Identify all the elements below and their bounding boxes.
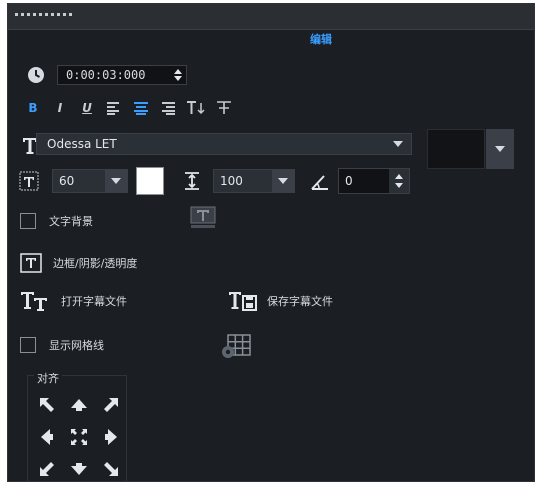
chevron-down-icon	[495, 146, 505, 152]
align-middle-right-icon[interactable]	[100, 425, 122, 448]
show-grid-checkbox[interactable]	[20, 337, 36, 353]
underline-button[interactable]: U	[78, 101, 96, 115]
text-direction-vertical-icon[interactable]	[215, 101, 233, 115]
font-family-select[interactable]: Odessa LET	[36, 133, 412, 155]
grid-settings-icon[interactable]	[220, 334, 252, 360]
shadow-color-dropdown[interactable]	[486, 129, 514, 169]
border-shadow-icon[interactable]	[20, 253, 42, 273]
drag-grip-icon[interactable]	[15, 13, 72, 16]
panel-titlebar[interactable]	[8, 4, 534, 30]
angle-icon	[311, 175, 328, 190]
border-shadow-transparency-label[interactable]: 边框/阴影/透明度	[53, 255, 137, 271]
font-size-dropdown-button[interactable]	[105, 170, 127, 192]
timecode-spinner-icon[interactable]	[173, 68, 183, 82]
chevron-down-icon	[278, 178, 288, 184]
alignment-title: 对齐	[34, 370, 62, 386]
angle-input[interactable]: 0	[338, 168, 410, 194]
align-center-icon[interactable]	[68, 425, 90, 448]
chevron-down-icon	[111, 178, 121, 184]
show-grid-label: 显示网格线	[49, 339, 104, 352]
line-spacing-value: 100	[220, 174, 243, 188]
open-subtitle-file-icon[interactable]	[20, 290, 48, 312]
font-family-value: Odessa LET	[47, 137, 117, 151]
align-middle-left-icon[interactable]	[36, 425, 58, 448]
text-background-settings-icon[interactable]	[190, 206, 216, 230]
align-center-icon[interactable]	[132, 101, 150, 115]
text-background-label: 文字背景	[49, 215, 93, 228]
open-subtitle-file-label[interactable]: 打开字幕文件	[61, 293, 127, 309]
bold-button[interactable]: B	[24, 101, 42, 115]
alignment-grid	[36, 393, 122, 480]
chevron-down-icon	[393, 141, 403, 147]
font-size-select[interactable]: 60	[52, 169, 128, 193]
angle-spinner[interactable]	[389, 169, 409, 193]
text-direction-horizontal-icon[interactable]	[186, 101, 206, 115]
timecode-input[interactable]: 0:00:03:000	[57, 65, 187, 85]
align-bottom-center-icon[interactable]	[68, 457, 90, 480]
line-spacing-select[interactable]: 100	[213, 169, 295, 193]
italic-button[interactable]: I	[51, 101, 69, 115]
font-size-icon	[19, 171, 39, 191]
font-size-value: 60	[59, 174, 75, 188]
align-top-right-icon[interactable]	[100, 393, 122, 416]
save-subtitle-file-icon[interactable]	[228, 290, 258, 312]
tab-edit[interactable]: 编辑	[310, 31, 332, 47]
angle-value: 0	[345, 174, 353, 188]
line-spacing-icon	[185, 172, 199, 190]
align-right-icon[interactable]	[159, 101, 177, 115]
font-color-swatch[interactable]	[136, 167, 164, 195]
clock-icon	[28, 67, 44, 83]
align-top-left-icon[interactable]	[36, 393, 58, 416]
timecode-value: 0:00:03:000	[66, 68, 146, 82]
shadow-color-swatch[interactable]	[427, 129, 485, 169]
line-spacing-dropdown-button[interactable]	[272, 170, 294, 192]
align-left-icon[interactable]	[105, 101, 123, 115]
align-bottom-right-icon[interactable]	[100, 457, 122, 480]
text-background-checkbox[interactable]	[20, 213, 36, 229]
spinner-arrows-icon	[395, 174, 403, 188]
save-subtitle-file-label[interactable]: 保存字幕文件	[267, 293, 333, 309]
align-top-center-icon[interactable]	[68, 393, 90, 416]
align-bottom-left-icon[interactable]	[36, 457, 58, 480]
